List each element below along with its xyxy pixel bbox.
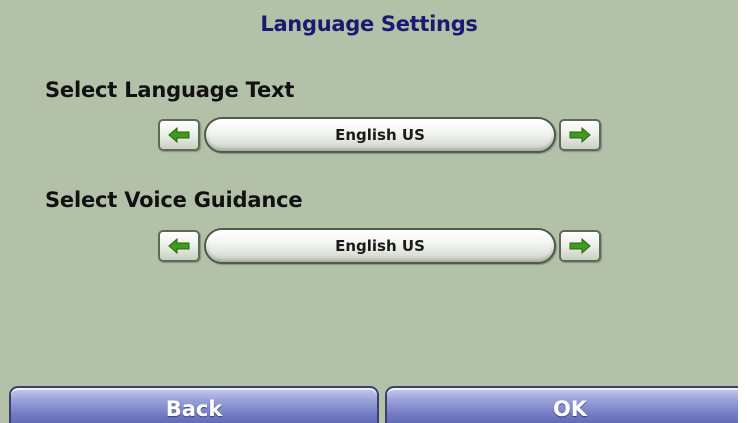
arrow-right-icon	[569, 238, 591, 254]
voice-guidance-next-button[interactable]	[559, 230, 601, 262]
voice-guidance-label: Select Voice Guidance	[45, 188, 303, 212]
language-text-selector: English US	[158, 117, 608, 155]
voice-guidance-value: English US	[204, 228, 556, 264]
arrow-left-icon	[168, 238, 190, 254]
voice-guidance-previous-button[interactable]	[158, 230, 200, 262]
language-text-previous-button[interactable]	[158, 119, 200, 151]
language-text-label: Select Language Text	[45, 78, 295, 102]
language-settings-screen: Language Settings Select Language Text E…	[0, 0, 747, 423]
arrow-left-icon	[168, 127, 190, 143]
arrow-right-icon	[569, 127, 591, 143]
voice-guidance-selector: English US	[158, 228, 608, 266]
back-button[interactable]: Back	[9, 386, 379, 423]
page-title: Language Settings	[260, 12, 478, 36]
language-text-value: English US	[204, 117, 556, 153]
settings-panel: Language Settings Select Language Text E…	[0, 0, 738, 423]
ok-button[interactable]: OK	[385, 386, 738, 423]
language-text-next-button[interactable]	[559, 119, 601, 151]
